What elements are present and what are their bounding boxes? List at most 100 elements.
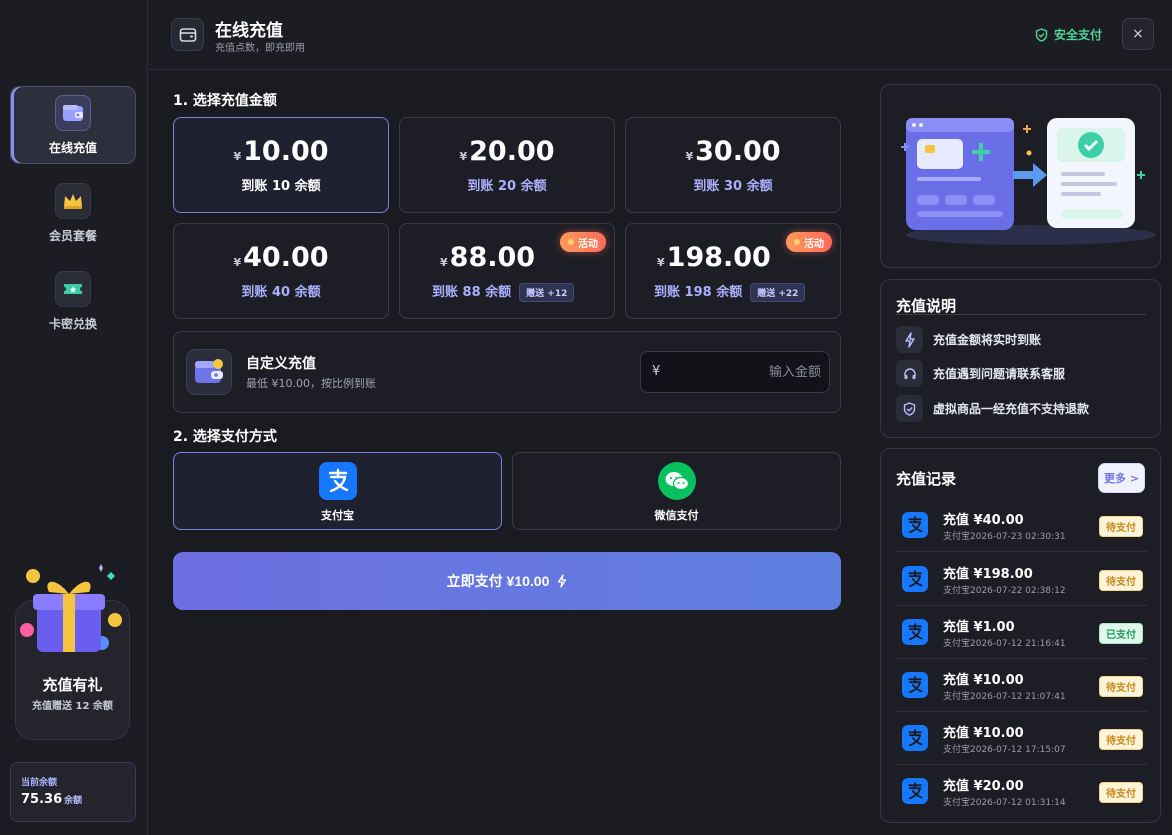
wallet-icon — [171, 18, 204, 51]
payment-section-title: 2. 选择支付方式 — [173, 429, 277, 445]
record-meta: 支付宝2026-07-12 21:07:41 — [943, 692, 1066, 702]
lightning-icon — [896, 326, 923, 353]
amount-value: 20.00 — [469, 136, 555, 167]
sidebar-item-membership[interactable]: 会员套餐 — [10, 174, 136, 252]
alipay-icon — [902, 778, 928, 804]
currency-symbol: ¥ — [233, 256, 242, 269]
close-icon: × — [1132, 26, 1144, 42]
record-title: 充值 ¥10.00 — [943, 673, 1024, 688]
sidebar-item-redeem-code[interactable]: 卡密兑换 — [10, 262, 136, 340]
sidebar-item-label: 会员套餐 — [48, 228, 97, 243]
record-row[interactable]: 充值 ¥40.00 支付宝2026-07-23 02:30:31 待支付 — [896, 499, 1147, 552]
record-row[interactable]: 充值 ¥10.00 支付宝2026-07-12 21:07:41 待支付 — [896, 659, 1147, 712]
custom-amount-title: 自定义充值 — [246, 356, 316, 372]
amount-section-title: 1. 选择充值金额 — [173, 93, 277, 109]
sidebar-item-online-recharge[interactable]: 在线充值 — [10, 86, 136, 164]
close-button[interactable]: × — [1122, 18, 1154, 50]
balance-unit: 余额 — [64, 796, 83, 806]
header: 在线充值 充值点数，即充即用 安全支付 × — [149, 0, 1172, 70]
record-row[interactable]: 充值 ¥198.00 支付宝2026-07-22 02:38:12 待支付 — [896, 553, 1147, 606]
shield-check-icon — [1035, 27, 1048, 42]
amount-credit: 到账 40 余额 — [241, 285, 321, 300]
record-meta: 支付宝2026-07-12 01:31:14 — [943, 798, 1066, 808]
record-title: 充值 ¥20.00 — [943, 779, 1024, 794]
amount-option-198[interactable]: 活动 ¥198.00 到账 198 余额 赠送 +22 — [625, 223, 841, 319]
custom-amount-input[interactable] — [671, 352, 821, 392]
headset-icon — [896, 360, 923, 387]
payment-method-label: 支付宝 — [321, 509, 354, 522]
amount-option-20[interactable]: ¥20.00 到账 20 余额 — [399, 117, 615, 213]
balance-label: 当前余额 — [21, 778, 58, 788]
balance-box: 当前余额 75.36 余额 — [10, 762, 136, 822]
bonus-badge: 赠送 +22 — [750, 283, 806, 302]
currency-symbol: ¥ — [459, 150, 468, 163]
amount-credit-text: 到账 88 余额 — [432, 285, 512, 300]
wallet-icon — [55, 94, 91, 131]
status-badge: 待支付 — [1099, 729, 1143, 750]
record-title: 充值 ¥40.00 — [943, 513, 1024, 528]
bonus-badge: 赠送 +12 — [519, 283, 575, 302]
secure-payment-label: 安全支付 — [1054, 28, 1103, 42]
payment-method-alipay[interactable]: 支付宝 — [173, 452, 502, 530]
amount-value: 30.00 — [695, 136, 781, 167]
record-row[interactable]: 充值 ¥20.00 支付宝2026-07-12 01:31:14 待支付 — [896, 765, 1147, 818]
ticket-icon — [55, 270, 91, 307]
secure-payment-badge: 安全支付 — [1035, 26, 1102, 43]
amount-credit: 到账 20 余额 — [467, 179, 547, 194]
record-row[interactable]: 充值 ¥10.00 支付宝2026-07-12 17:15:07 待支付 — [896, 712, 1147, 765]
info-item: 充值遇到问题请联系客服 — [896, 360, 1065, 387]
payment-method-wechat[interactable]: 微信支付 — [512, 452, 841, 530]
record-meta: 支付宝2026-07-22 02:38:12 — [943, 586, 1066, 596]
record-meta: 支付宝2026-07-12 21:16:41 — [943, 639, 1066, 649]
amount-option-88[interactable]: 活动 ¥88.00 到账 88 余额 赠送 +12 — [399, 223, 615, 319]
page-title: 在线充值 — [215, 21, 283, 41]
amount-credit: 到账 198 余额 赠送 +22 — [654, 281, 868, 302]
status-badge: 待支付 — [1099, 570, 1143, 591]
lightning-icon — [558, 574, 567, 588]
amount-option-10[interactable]: ¥10.00 到账 10 余额 — [173, 117, 389, 213]
info-text: 充值金额将实时到账 — [933, 333, 1042, 347]
gift-icon — [15, 558, 130, 658]
currency-symbol: ¥ — [652, 364, 661, 379]
sidebar: 在线充值 会员套餐 卡密兑换 充值有礼 充值赠送 12 余额 当前余额 75.3… — [0, 0, 148, 835]
info-text: 充值遇到问题请联系客服 — [933, 367, 1066, 381]
info-item: 充值金额将实时到账 — [896, 326, 1041, 353]
amount-value: 10.00 — [243, 136, 329, 167]
amount-price: ¥30.00 — [626, 136, 840, 167]
amount-credit-text: 到账 198 余额 — [654, 285, 743, 300]
promo-title: 充值有礼 — [42, 676, 103, 694]
amount-price: ¥40.00 — [174, 242, 388, 273]
pay-now-label: 立即支付 ¥10.00 — [446, 573, 550, 589]
record-title: 充值 ¥198.00 — [943, 567, 1033, 582]
record-row[interactable]: 充值 ¥1.00 支付宝2026-07-12 21:16:41 已支付 — [896, 606, 1147, 659]
record-meta: 支付宝2026-07-12 17:15:07 — [943, 745, 1066, 755]
info-item: 虚拟商品一经充值不支持退款 — [896, 395, 1089, 422]
more-records-button[interactable]: 更多 > — [1098, 463, 1145, 493]
recharge-records-card: 充值记录 更多 > 充值 ¥40.00 支付宝2026-07-23 02:30:… — [880, 448, 1161, 823]
amount-option-30[interactable]: ¥30.00 到账 30 余额 — [625, 117, 841, 213]
alipay-icon — [902, 725, 928, 751]
payment-method-label: 微信支付 — [654, 509, 699, 522]
wallet-icon — [186, 349, 232, 395]
alipay-icon — [902, 619, 928, 645]
amount-credit: 到账 88 余额 赠送 +12 — [432, 281, 646, 302]
page-subtitle: 充值点数，即充即用 — [215, 43, 305, 54]
custom-amount-field[interactable]: ¥ — [640, 351, 830, 393]
alipay-icon — [902, 512, 928, 538]
currency-symbol: ¥ — [657, 256, 665, 269]
amount-option-40[interactable]: ¥40.00 到账 40 余额 — [173, 223, 389, 319]
record-meta: 支付宝2026-07-23 02:30:31 — [943, 532, 1066, 542]
wechat-icon — [657, 462, 696, 500]
shield-icon — [896, 395, 923, 422]
custom-amount-subtitle: 最低 ¥10.00，按比例到账 — [246, 377, 376, 390]
balance-value: 75.36 余额 — [21, 792, 125, 807]
pay-now-button[interactable]: 立即支付 ¥10.00 — [173, 552, 841, 610]
records-title: 充值记录 — [896, 470, 957, 488]
amount-price: ¥88.00 — [440, 242, 654, 273]
divider — [896, 314, 1146, 315]
status-badge: 已支付 — [1099, 623, 1143, 644]
alipay-icon — [902, 566, 928, 592]
record-title: 充值 ¥10.00 — [943, 726, 1024, 741]
amount-price: ¥198.00 — [657, 242, 871, 273]
promo-subtitle: 充值赠送 12 余额 — [32, 701, 113, 712]
